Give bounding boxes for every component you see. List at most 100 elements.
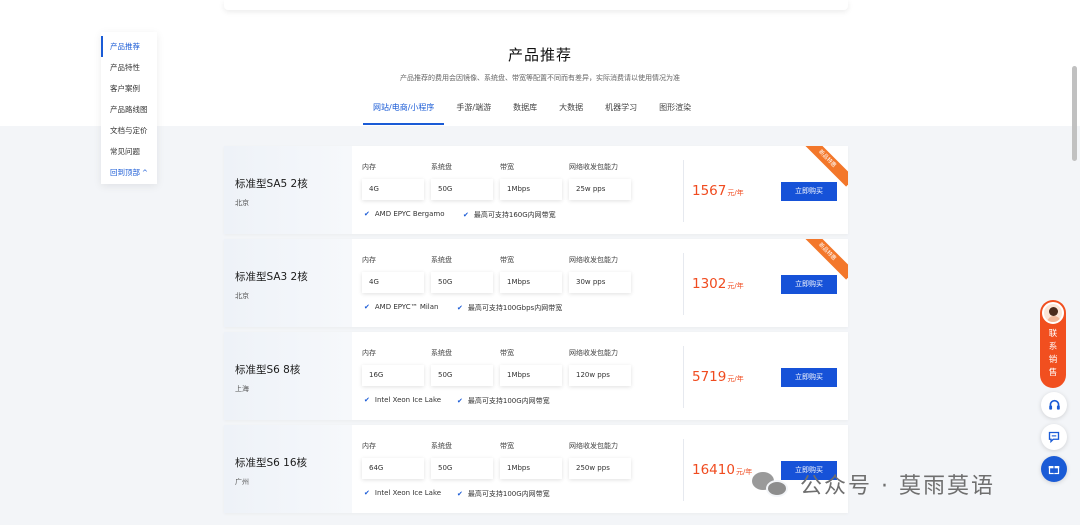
spec-label-pps: 网络收发包能力 xyxy=(569,163,618,171)
tab-games[interactable]: 手游/端游 xyxy=(456,98,491,125)
spec-value-pps: 120w pps xyxy=(569,365,631,386)
spec-value-disk: 50G xyxy=(431,272,493,293)
product-region: 北京 xyxy=(235,292,249,300)
buy-now-button[interactable]: 立即购买 xyxy=(781,182,837,201)
tab-rendering[interactable]: 图形渲染 xyxy=(659,98,691,125)
product-price: 1567元/年 xyxy=(692,183,744,199)
spec-label-pps: 网络收发包能力 xyxy=(569,349,618,357)
spec-label-pps: 网络收发包能力 xyxy=(569,442,618,450)
tab-database[interactable]: 数据库 xyxy=(513,98,537,125)
check-icon: ✔ xyxy=(364,303,370,311)
watermark-text: 公众号 · 莫雨莫语 xyxy=(800,474,995,499)
card-divider xyxy=(683,160,684,222)
spec-label-bandwidth: 带宽 xyxy=(500,163,514,171)
spec-label-disk: 系统盘 xyxy=(431,256,452,264)
product-name: 标准型SA3 2核 xyxy=(235,271,308,283)
buy-now-button[interactable]: 立即购买 xyxy=(781,368,837,387)
spec-value-memory: 64G xyxy=(362,458,424,479)
product-region: 广州 xyxy=(235,478,249,486)
spec-label-bandwidth: 带宽 xyxy=(500,349,514,357)
check-icon: ✔ xyxy=(364,489,370,497)
spec-value-bandwidth: 1Mbps xyxy=(500,458,562,479)
gift-icon[interactable] xyxy=(1041,456,1067,482)
spec-label-disk: 系统盘 xyxy=(431,163,452,171)
spec-label-memory: 内存 xyxy=(362,256,376,264)
headset-icon[interactable] xyxy=(1041,392,1067,418)
sidenav-item-roadmap[interactable]: 产品路线图 xyxy=(101,99,157,120)
contact-sales-button[interactable]: 联系销售 xyxy=(1040,300,1066,388)
spec-label-disk: 系统盘 xyxy=(431,442,452,450)
message-icon[interactable] xyxy=(1041,424,1067,450)
spec-value-pps: 25w pps xyxy=(569,179,631,200)
spec-value-pps: 30w pps xyxy=(569,272,631,293)
tab-ml[interactable]: 机器学习 xyxy=(605,98,637,125)
feature-item: ✔ AMD EPYC Bergamo xyxy=(364,210,445,218)
product-name: 标准型SA5 2核 xyxy=(235,178,308,190)
check-icon: ✔ xyxy=(364,210,370,218)
spec-value-disk: 50G xyxy=(431,365,493,386)
spec-value-bandwidth: 1Mbps xyxy=(500,272,562,293)
promo-ribbon: 新品特惠 xyxy=(799,239,848,280)
sidenav-item-docs-pricing[interactable]: 文档与定价 xyxy=(101,120,157,141)
feature-item: ✔ Intel Xeon Ice Lake xyxy=(364,396,442,404)
spec-value-disk: 50G xyxy=(431,458,493,479)
contact-sales-label: 联系销售 xyxy=(1048,329,1058,378)
product-region: 北京 xyxy=(235,199,249,207)
feature-item: ✔ Intel Xeon Ice Lake xyxy=(364,489,442,497)
check-icon: ✔ xyxy=(463,211,469,219)
section-title: 产品推荐 xyxy=(507,46,572,64)
spec-label-bandwidth: 带宽 xyxy=(500,256,514,264)
product-card: 标准型S6 8核 上海 内存 系统盘 带宽 网络收发包能力 16G 50G 1M… xyxy=(224,332,848,420)
chevron-up-icon: ^ xyxy=(142,169,148,177)
feature-item: ✔ 最高可支持160G内网带宽 xyxy=(463,211,556,219)
spec-value-memory: 16G xyxy=(362,365,424,386)
product-card: 标准型SA5 2核 北京 内存 系统盘 带宽 网络收发包能力 4G 50G 1M… xyxy=(224,146,848,234)
feature-item: ✔ 最高可支持100G内网带宽 xyxy=(457,397,550,405)
category-tabs: 网站/电商/小程序 手游/端游 数据库 大数据 机器学习 图形渲染 xyxy=(363,98,713,125)
spec-value-pps: 250w pps xyxy=(569,458,631,479)
previous-section-card xyxy=(224,0,848,10)
tab-bigdata[interactable]: 大数据 xyxy=(559,98,583,125)
section-subtitle: 产品推荐的费用会因镜像、系统盘、带宽等配置不同而有差异，实际消费请以使用情况为准 xyxy=(400,74,680,82)
product-name: 标准型S6 8核 xyxy=(235,364,301,376)
spec-label-bandwidth: 带宽 xyxy=(500,442,514,450)
back-to-top-link[interactable]: 回到顶部 ^ xyxy=(101,162,157,183)
card-divider xyxy=(683,346,684,408)
card-divider xyxy=(683,439,684,501)
check-icon: ✔ xyxy=(364,396,370,404)
tab-website[interactable]: 网站/电商/小程序 xyxy=(363,98,445,125)
check-icon: ✔ xyxy=(457,490,463,498)
product-header: 标准型S6 16核 广州 xyxy=(224,425,352,513)
spec-value-disk: 50G xyxy=(431,179,493,200)
sales-avatar xyxy=(1042,302,1064,324)
product-card: 标准型SA3 2核 北京 内存 系统盘 带宽 网络收发包能力 4G 50G 1M… xyxy=(224,239,848,327)
check-icon: ✔ xyxy=(457,397,463,405)
spec-label-memory: 内存 xyxy=(362,442,376,450)
promo-ribbon: 新品特惠 xyxy=(799,146,848,187)
feature-item: ✔ AMD EPYC™ Milan xyxy=(364,303,439,311)
sidenav-item-faq[interactable]: 常见问题 xyxy=(101,141,157,162)
spec-label-memory: 内存 xyxy=(362,349,376,357)
spec-value-memory: 4G xyxy=(362,272,424,293)
spec-value-memory: 4G xyxy=(362,179,424,200)
back-to-top-label: 回到顶部 xyxy=(110,168,140,177)
product-price: 1302元/年 xyxy=(692,276,744,292)
product-price: 5719元/年 xyxy=(692,369,744,385)
check-icon: ✔ xyxy=(457,304,463,312)
card-divider xyxy=(683,253,684,315)
product-header: 标准型SA5 2核 北京 xyxy=(224,146,352,234)
spec-label-pps: 网络收发包能力 xyxy=(569,256,618,264)
product-header: 标准型SA3 2核 北京 xyxy=(224,239,352,327)
product-region: 上海 xyxy=(235,385,249,393)
product-price: 16410元/年 xyxy=(692,462,753,478)
buy-now-button[interactable]: 立即购买 xyxy=(781,275,837,294)
wechat-logo-icon xyxy=(752,469,790,499)
product-name: 标准型S6 16核 xyxy=(235,457,308,469)
spec-label-disk: 系统盘 xyxy=(431,349,452,357)
feature-item: ✔ 最高可支持100Gbps内网带宽 xyxy=(457,304,563,312)
wechat-watermark: 公众号 · 莫雨莫语 xyxy=(752,466,995,502)
spec-value-bandwidth: 1Mbps xyxy=(500,179,562,200)
spec-value-bandwidth: 1Mbps xyxy=(500,365,562,386)
product-header: 标准型S6 8核 上海 xyxy=(224,332,352,420)
feature-item: ✔ 最高可支持100G内网带宽 xyxy=(457,490,550,498)
